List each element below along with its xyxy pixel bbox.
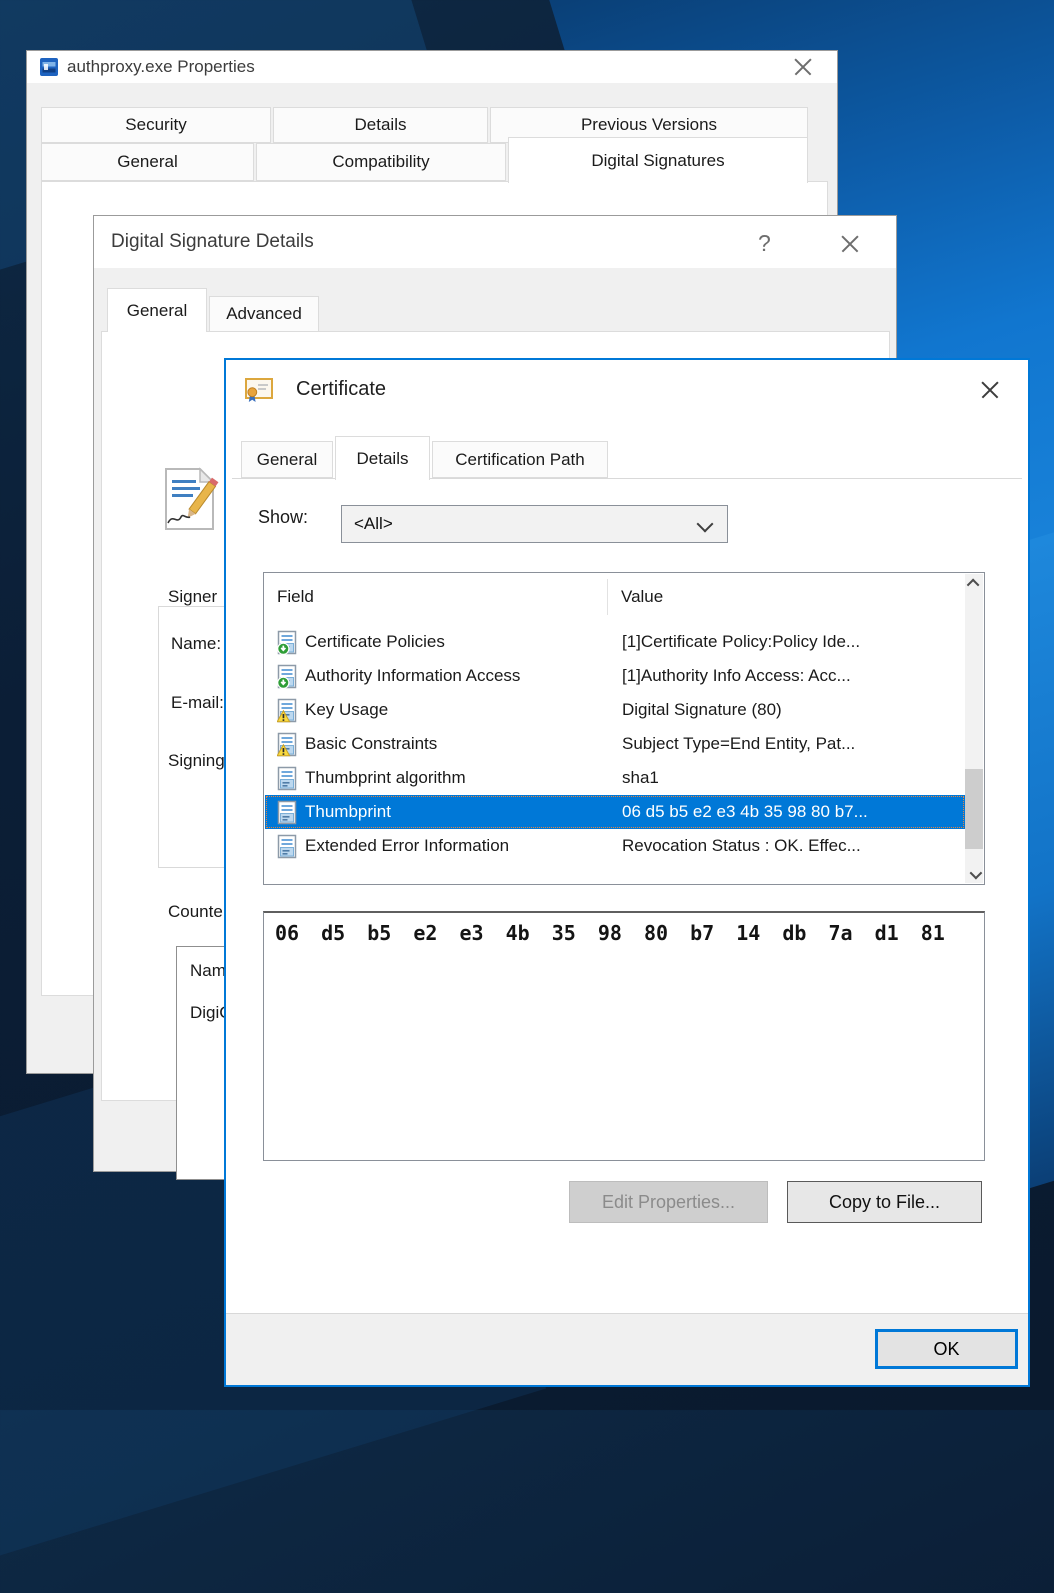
field-value: [1]Certificate Policy:Policy Ide... bbox=[622, 632, 961, 652]
property-icon bbox=[277, 834, 297, 859]
countersignatures-group-label: Counter bbox=[165, 902, 231, 922]
chevron-down-icon bbox=[697, 516, 714, 533]
tab-general[interactable]: General bbox=[41, 143, 254, 181]
tab-general[interactable]: General bbox=[107, 288, 207, 332]
desktop: { "desktop": { "base_color": "#0b1e36", … bbox=[0, 0, 1054, 1410]
scrollbar-up-icon[interactable] bbox=[965, 574, 983, 592]
show-dropdown-value: <All> bbox=[354, 514, 393, 534]
extension-icon bbox=[277, 630, 297, 655]
properties-titlebar: authproxy.exe Properties bbox=[27, 51, 837, 83]
signer-name-label: Name: bbox=[171, 634, 221, 654]
certificate-fields-list: Field Value Certificate Policies [1]Certi… bbox=[263, 572, 985, 885]
signing-time-label: Signing bbox=[168, 751, 225, 771]
critical-extension-icon bbox=[277, 732, 297, 757]
scrollbar-thumb[interactable] bbox=[965, 769, 983, 849]
field-value: Subject Type=End Entity, Pat... bbox=[622, 734, 961, 754]
certificate-window: Certificate GeneralDetailsCertification … bbox=[224, 358, 1030, 1387]
close-icon[interactable] bbox=[793, 57, 813, 77]
field-value: Revocation Status : OK. Effec... bbox=[622, 836, 961, 856]
property-icon bbox=[277, 800, 297, 825]
thumbprint-detail-box[interactable]: 06 d5 b5 e2 e3 4b 35 98 80 b7 14 db 7a d… bbox=[263, 911, 985, 1161]
tab-digital-signatures[interactable]: Digital Signatures bbox=[508, 137, 808, 183]
field-column-header[interactable]: Field bbox=[277, 587, 314, 607]
field-row-basic-constraints[interactable]: Basic Constraints Subject Type=End Entity… bbox=[265, 727, 965, 761]
extension-icon bbox=[277, 664, 297, 689]
certificate-window-title: Certificate bbox=[296, 378, 386, 401]
field-row-authority-information-access[interactable]: Authority Information Access [1]Authority… bbox=[265, 659, 965, 693]
tab-details[interactable]: Details bbox=[335, 436, 430, 480]
field-value: [1]Authority Info Access: Acc... bbox=[622, 666, 961, 686]
signature-details-title: Digital Signature Details bbox=[111, 231, 314, 253]
certificate-icon bbox=[244, 375, 274, 405]
tab-certification-path[interactable]: Certification Path bbox=[432, 441, 608, 478]
scrollbar-down-icon[interactable] bbox=[965, 865, 983, 883]
tab-security[interactable]: Security bbox=[41, 107, 271, 143]
properties-window-title: authproxy.exe Properties bbox=[67, 57, 255, 77]
edit-properties-button[interactable]: Edit Properties... bbox=[569, 1181, 768, 1223]
field-name: Thumbprint bbox=[305, 802, 391, 822]
show-label: Show: bbox=[258, 507, 308, 528]
list-header: Field Value bbox=[264, 573, 966, 625]
field-name: Extended Error Information bbox=[305, 836, 509, 856]
tab-advanced[interactable]: Advanced bbox=[209, 296, 319, 332]
countersignatures-name-column: Nam bbox=[190, 961, 226, 981]
field-value: sha1 bbox=[622, 768, 961, 788]
close-icon[interactable] bbox=[840, 234, 860, 254]
field-row-key-usage[interactable]: Key Usage Digital Signature (80) bbox=[265, 693, 965, 727]
certificate-titlebar: Certificate bbox=[226, 360, 1028, 420]
show-dropdown[interactable]: <All> bbox=[341, 505, 728, 543]
field-value: Digital Signature (80) bbox=[622, 700, 961, 720]
signer-email-label: E-mail: bbox=[171, 693, 224, 713]
tab-compatibility[interactable]: Compatibility bbox=[256, 143, 506, 181]
signature-document-icon bbox=[161, 467, 219, 531]
tab-details[interactable]: Details bbox=[273, 107, 488, 143]
field-value: 06 d5 b5 e2 e3 4b 35 98 80 b7... bbox=[622, 802, 961, 822]
field-name: Authority Information Access bbox=[305, 666, 520, 686]
authproxy-app-icon bbox=[40, 58, 58, 76]
value-column-header[interactable]: Value bbox=[621, 587, 663, 607]
ok-button[interactable]: OK bbox=[875, 1329, 1018, 1369]
field-row-thumbprint-algorithm[interactable]: Thumbprint algorithm sha1 bbox=[265, 761, 965, 795]
field-name: Thumbprint algorithm bbox=[305, 768, 466, 788]
help-icon[interactable]: ? bbox=[758, 230, 771, 257]
field-name: Certificate Policies bbox=[305, 632, 445, 652]
property-icon bbox=[277, 766, 297, 791]
scrollbar[interactable] bbox=[965, 574, 983, 883]
field-name: Basic Constraints bbox=[305, 734, 437, 754]
signer-group-label: Signer bbox=[165, 587, 220, 607]
close-icon[interactable] bbox=[980, 380, 1000, 400]
copy-to-file-button[interactable]: Copy to File... bbox=[787, 1181, 982, 1223]
list-rows: Certificate Policies [1]Certificate Polic… bbox=[265, 625, 965, 863]
field-row-extended-error-information[interactable]: Extended Error Information Revocation Sta… bbox=[265, 829, 965, 863]
column-divider bbox=[607, 579, 608, 615]
field-name: Key Usage bbox=[305, 700, 388, 720]
field-row-thumbprint[interactable]: Thumbprint 06 d5 b5 e2 e3 4b 35 98 80 b7.… bbox=[265, 795, 965, 829]
field-row-certificate-policies[interactable]: Certificate Policies [1]Certificate Polic… bbox=[265, 625, 965, 659]
signature-details-titlebar: Digital Signature Details bbox=[94, 216, 896, 268]
critical-extension-icon bbox=[277, 698, 297, 723]
tab-general[interactable]: General bbox=[241, 441, 333, 478]
